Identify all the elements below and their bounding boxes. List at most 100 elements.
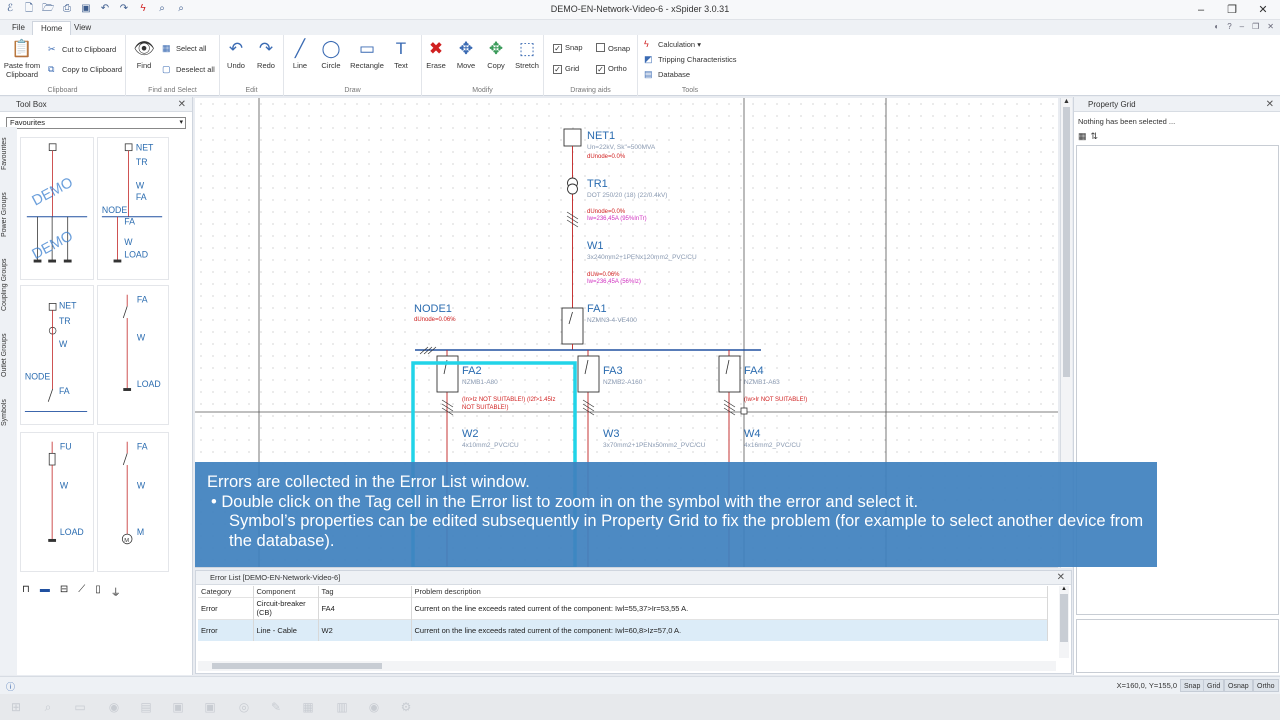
status-ortho-toggle[interactable]: Ortho bbox=[1253, 679, 1279, 692]
vtab-power-groups[interactable]: Power Groups bbox=[1, 187, 16, 243]
copy-button[interactable]: ✥ Copy bbox=[484, 39, 508, 70]
load-symbol-icon[interactable]: ⊟ bbox=[60, 584, 68, 599]
erase-button[interactable]: ✖ Erase bbox=[424, 39, 448, 70]
scroll-thumb[interactable] bbox=[212, 663, 382, 669]
start-icon[interactable]: ⊞ bbox=[8, 699, 24, 715]
cell-tag[interactable]: FA4 bbox=[318, 596, 412, 619]
select-all-button[interactable]: ▦ Select all bbox=[162, 43, 206, 54]
tripping-characteristics-button[interactable]: ◩ Tripping Characteristics bbox=[644, 54, 737, 65]
select-all-icon: ▦ bbox=[162, 43, 171, 53]
browser-icon[interactable]: ◉ bbox=[106, 699, 122, 715]
find-button[interactable]: 👁 Find bbox=[131, 39, 157, 70]
column-header-category[interactable]: Category bbox=[198, 586, 254, 597]
undo-button[interactable]: ↶ Undo bbox=[224, 39, 248, 70]
style-icon[interactable]: ◐ bbox=[1214, 22, 1219, 31]
vtab-outlet-groups[interactable]: Outlet Groups bbox=[1, 327, 16, 383]
vtab-favourites[interactable]: Favourites bbox=[1, 131, 16, 177]
stretch-button[interactable]: ⬚ Stretch bbox=[513, 39, 541, 70]
app-icon[interactable]: ◎ bbox=[236, 699, 252, 715]
cell-component[interactable]: Circuit-breaker (CB) bbox=[253, 596, 319, 619]
scroll-up-icon[interactable]: ▲ bbox=[1061, 98, 1072, 105]
rectangle-icon: ▭ bbox=[358, 39, 376, 58]
deselect-all-button[interactable]: ▢ Deselect all bbox=[162, 64, 215, 75]
toolbox-panel: Tool Box ✕ Favourites ▾ Favourites Power… bbox=[0, 97, 193, 675]
symbol-outlet-group-5[interactable]: FU W LOAD bbox=[20, 432, 94, 572]
snap-checkbox[interactable]: ✓ Snap bbox=[553, 43, 583, 53]
app-icon[interactable]: ▣ bbox=[202, 699, 218, 715]
ribbon-restore-icon[interactable]: ❐ bbox=[1252, 22, 1259, 31]
sort-az-icon[interactable]: ⇅ bbox=[1091, 131, 1099, 142]
ribbon-minimize-icon[interactable]: – bbox=[1240, 22, 1244, 31]
table-row[interactable]: Error Line - Cable W2 Current on the lin… bbox=[198, 618, 1048, 641]
net-symbol-icon[interactable]: ⊓ bbox=[22, 584, 30, 599]
paste-button[interactable]: 📋 Paste from Clipboard bbox=[2, 39, 42, 79]
app-icon[interactable]: ✎ bbox=[268, 699, 284, 715]
close-icon[interactable]: ✕ bbox=[1266, 97, 1274, 112]
database-button[interactable]: ▤ Database bbox=[644, 69, 690, 80]
title-bar: ℰ 🗋 🗁 ⎙ ▣ ↶ ↷ ϟ ⌕ ⌕ DEMO-EN-Network-Vide… bbox=[0, 0, 1280, 20]
grid-checkbox[interactable]: ✓ Grid bbox=[553, 64, 579, 74]
scroll-thumb[interactable] bbox=[1063, 107, 1070, 377]
vtab-coupling-groups[interactable]: Coupling Groups bbox=[1, 253, 16, 317]
calculation-dropdown[interactable]: ϟ Calculation ▾ bbox=[644, 39, 701, 49]
cell-category[interactable]: Error bbox=[198, 596, 254, 619]
cell-component[interactable]: Line - Cable bbox=[253, 618, 319, 641]
line-button[interactable]: ╱ Line bbox=[288, 39, 312, 70]
group-label: Edit bbox=[245, 87, 258, 94]
cut-button[interactable]: ✂ Cut to Clipboard bbox=[48, 44, 116, 55]
error-list-vertical-scrollbar[interactable]: ▲ bbox=[1059, 586, 1069, 658]
ground-symbol-icon[interactable]: ⏚ bbox=[111, 584, 121, 599]
cell-description[interactable]: Current on the line exceeds rated curren… bbox=[411, 618, 1048, 641]
app-icon[interactable]: ◉ bbox=[366, 699, 382, 715]
symbol-outlet-group-6[interactable]: M FA W M bbox=[97, 432, 169, 572]
column-header-component[interactable]: Component bbox=[253, 586, 319, 597]
cell-tag[interactable]: W2 bbox=[318, 618, 412, 641]
categorized-icon[interactable]: ▦ bbox=[1078, 131, 1087, 142]
scroll-thumb[interactable] bbox=[1060, 594, 1068, 642]
close-button[interactable]: ✕ bbox=[1248, 2, 1278, 18]
status-snap-toggle[interactable]: Snap bbox=[1180, 679, 1205, 692]
osnap-checkbox[interactable]: Osnap bbox=[596, 43, 630, 53]
settings-icon[interactable]: ⚙ bbox=[398, 699, 414, 715]
cell-category[interactable]: Error bbox=[198, 618, 254, 641]
ortho-checkbox[interactable]: ✓ Ortho bbox=[596, 64, 627, 74]
task-view-icon[interactable]: ▭ bbox=[72, 699, 88, 715]
copy-to-clipboard-button[interactable]: ⧉ Copy to Clipboard bbox=[48, 64, 122, 75]
close-icon[interactable]: ✕ bbox=[1057, 571, 1065, 585]
error-list-horizontal-scrollbar[interactable] bbox=[198, 661, 1056, 671]
ribbon-close-icon[interactable]: ✕ bbox=[1267, 22, 1274, 31]
column-header-tag[interactable]: Tag bbox=[318, 586, 412, 597]
symbol-power-group-1[interactable]: DEMO DEMO bbox=[20, 137, 94, 280]
symbol-power-group-2[interactable]: NET TR W FA NODE FA W LOAD bbox=[97, 137, 169, 280]
circle-button[interactable]: ◯ Circle bbox=[318, 39, 344, 70]
symbol-outlet-group-4[interactable]: FA W LOAD bbox=[97, 285, 169, 425]
svg-text:4x10mm2_PVC/CU: 4x10mm2_PVC/CU bbox=[462, 442, 519, 449]
close-icon[interactable]: ✕ bbox=[178, 97, 186, 112]
redo-button[interactable]: ↷ Redo bbox=[254, 39, 278, 70]
text-button[interactable]: T Text bbox=[390, 39, 412, 70]
minimize-button[interactable]: – bbox=[1186, 2, 1216, 18]
fuse-symbol-icon[interactable]: ▯ bbox=[95, 584, 101, 599]
toolbox-category-select[interactable]: Favourites ▾ bbox=[6, 117, 186, 129]
search-icon[interactable]: ⌕ bbox=[40, 699, 56, 715]
table-row[interactable]: Error Circuit-breaker (CB) FA4 Current o… bbox=[198, 596, 1048, 619]
app-icon[interactable]: ▥ bbox=[334, 699, 350, 715]
busbar-symbol-icon[interactable]: ▬ bbox=[40, 584, 50, 599]
app-icon[interactable]: ▦ bbox=[300, 699, 316, 715]
cell-description[interactable]: Current on the line exceeds rated curren… bbox=[411, 596, 1048, 619]
status-osnap-toggle[interactable]: Osnap bbox=[1224, 679, 1253, 692]
tab-file[interactable]: File bbox=[4, 21, 33, 35]
symbol-power-group-3[interactable]: NET TR W NODE FA bbox=[20, 285, 94, 425]
scroll-up-icon[interactable]: ▲ bbox=[1059, 586, 1069, 592]
app-icon[interactable]: ▣ bbox=[170, 699, 186, 715]
maximize-button[interactable]: ❐ bbox=[1217, 2, 1247, 18]
status-grid-toggle[interactable]: Grid bbox=[1203, 679, 1225, 692]
explorer-icon[interactable]: ▤ bbox=[138, 699, 154, 715]
rectangle-button[interactable]: ▭ Rectangle bbox=[348, 39, 386, 70]
tab-view[interactable]: View bbox=[66, 21, 99, 35]
move-button[interactable]: ✥ Move bbox=[454, 39, 478, 70]
column-header-description[interactable]: Problem description bbox=[411, 586, 1048, 597]
vtab-symbols[interactable]: Symbols bbox=[1, 393, 16, 433]
help-icon[interactable]: ? bbox=[1227, 22, 1231, 31]
switch-symbol-icon[interactable]: ⟋ bbox=[78, 584, 85, 599]
